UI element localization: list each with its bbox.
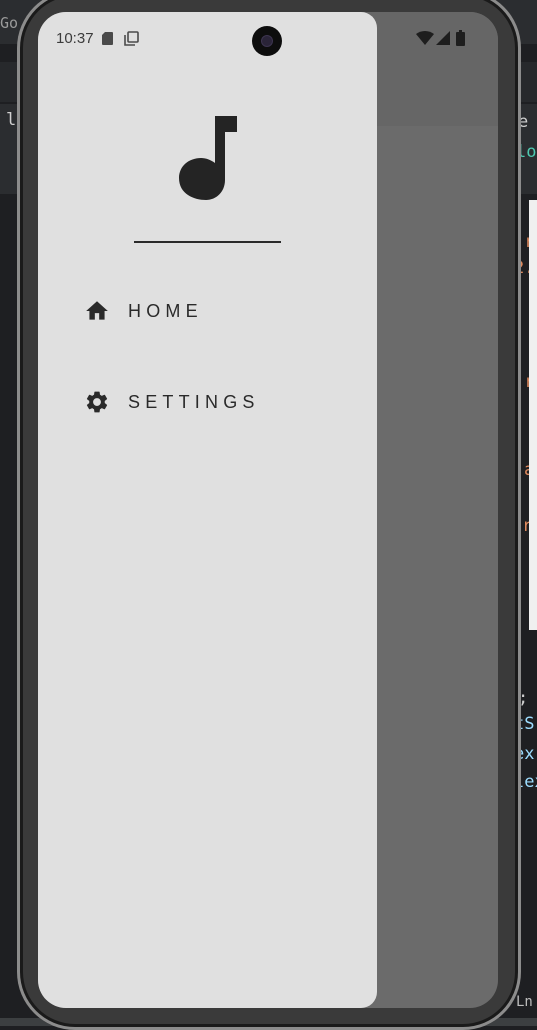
sd-card-icon bbox=[102, 32, 113, 45]
ide-fragment: Ln bbox=[516, 994, 533, 1010]
phone-screen: HOME SETTINGS 10:37 bbox=[38, 12, 498, 1008]
home-icon bbox=[86, 301, 108, 320]
ide-scrollbar bbox=[529, 200, 537, 630]
copy-icon bbox=[124, 31, 139, 46]
menu-item-home[interactable]: HOME bbox=[84, 289, 203, 333]
wifi-icon bbox=[416, 31, 434, 45]
front-camera bbox=[252, 26, 282, 56]
battery-icon bbox=[456, 30, 465, 46]
ide-fragment: Go bbox=[0, 14, 19, 32]
status-time: 10:37 bbox=[56, 30, 94, 47]
drawer-divider bbox=[134, 241, 281, 243]
gear-icon bbox=[86, 391, 108, 413]
status-bar: 10:37 bbox=[38, 12, 498, 64]
navigation-drawer: HOME SETTINGS bbox=[38, 12, 377, 1008]
menu-item-label: HOME bbox=[128, 300, 203, 321]
signal-icon bbox=[436, 31, 450, 45]
music-note-icon bbox=[179, 116, 237, 200]
menu-item-settings[interactable]: SETTINGS bbox=[84, 380, 260, 424]
menu-item-label: SETTINGS bbox=[128, 391, 260, 412]
